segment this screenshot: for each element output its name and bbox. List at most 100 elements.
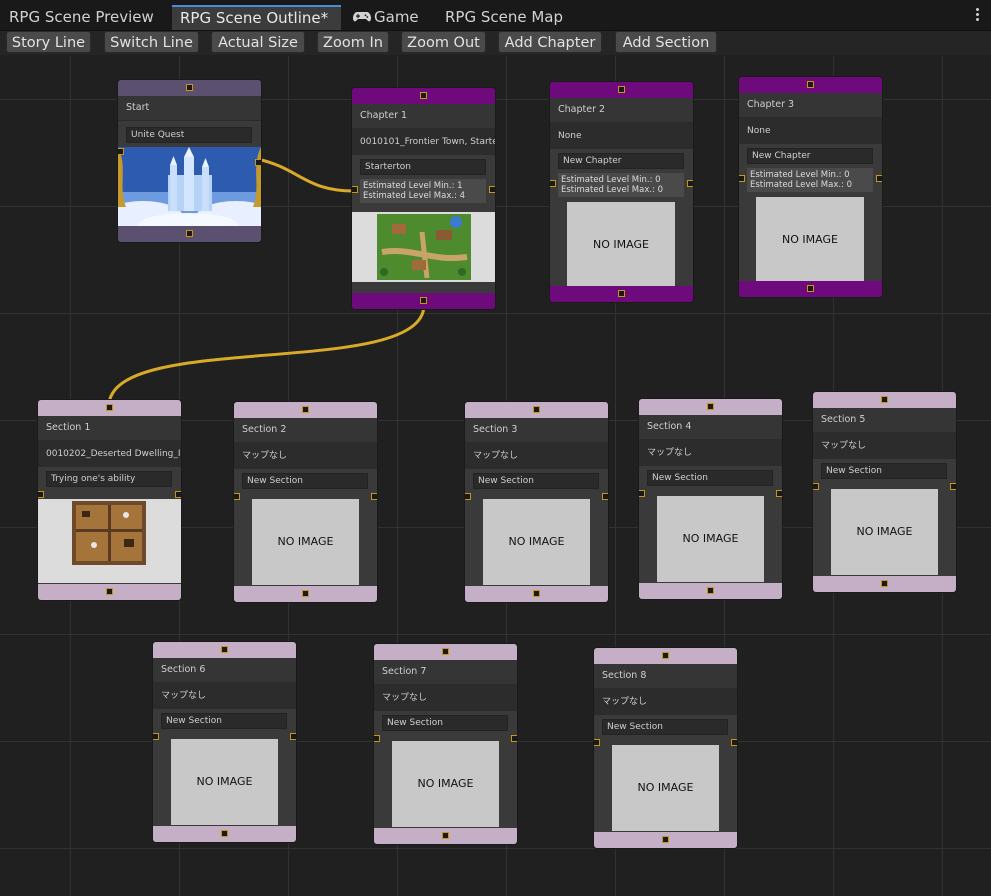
add-section-button[interactable]: Add Section	[615, 31, 717, 53]
right-port[interactable]	[776, 490, 782, 497]
output-port-bottom[interactable]	[302, 590, 309, 597]
level-max: Estimated Level Max.: 4	[363, 191, 466, 201]
left-port[interactable]	[739, 175, 745, 182]
output-port-bottom[interactable]	[442, 832, 449, 839]
right-port[interactable]	[175, 491, 181, 498]
zoom-in-button[interactable]: Zoom In	[317, 31, 389, 53]
node-value-field[interactable]: New Section	[602, 719, 728, 735]
no-image-label: NO IMAGE	[483, 499, 590, 585]
output-port-bottom[interactable]	[807, 285, 814, 292]
right-port[interactable]	[731, 739, 737, 746]
chapter-2-node[interactable]: Chapter 2 None New Chapter Estimated Lev…	[550, 82, 693, 302]
output-port[interactable]	[255, 159, 261, 166]
node-value-field[interactable]: New Section	[821, 463, 947, 479]
input-port[interactable]	[420, 92, 427, 99]
node-footer	[374, 828, 517, 844]
output-port-bottom[interactable]	[186, 230, 193, 237]
node-header	[118, 80, 261, 96]
add-chapter-button[interactable]: Add Chapter	[498, 31, 602, 53]
input-port[interactable]	[302, 406, 309, 413]
input-port[interactable]	[106, 404, 113, 411]
image-placeholder: NO IMAGE	[234, 493, 377, 585]
left-port[interactable]	[813, 483, 819, 490]
level-max: Estimated Level Max.: 0	[561, 185, 664, 195]
chapter-1-node[interactable]: Chapter 1 0010101_Frontier Town, Starter…	[352, 88, 495, 309]
node-header	[374, 644, 517, 660]
gamepad-icon	[353, 5, 371, 30]
output-port-bottom[interactable]	[662, 836, 669, 843]
node-value-field[interactable]: New Section	[161, 713, 287, 729]
input-port[interactable]	[221, 646, 228, 653]
node-value-field[interactable]: New Section	[647, 470, 773, 486]
input-port[interactable]	[881, 396, 888, 403]
story-line-button[interactable]: Story Line	[6, 31, 91, 53]
right-port[interactable]	[489, 186, 495, 193]
left-port[interactable]	[153, 733, 159, 740]
output-port-bottom[interactable]	[106, 588, 113, 595]
zoom-out-button[interactable]: Zoom Out	[401, 31, 486, 53]
section-4-node[interactable]: Section 4 マップなし New Section NO IMAGE	[639, 399, 782, 599]
input-port[interactable]	[707, 403, 714, 410]
input-port[interactable]	[442, 648, 449, 655]
image-placeholder: NO IMAGE	[153, 733, 296, 825]
section-6-node[interactable]: Section 6 マップなし New Section NO IMAGE	[153, 642, 296, 842]
section-3-node[interactable]: Section 3 マップなし New Section NO IMAGE	[465, 402, 608, 602]
node-value-field[interactable]: New Section	[473, 473, 599, 489]
input-port[interactable]	[807, 81, 814, 88]
node-value-field[interactable]: New Section	[382, 715, 508, 731]
node-value-field[interactable]: New Section	[242, 473, 368, 489]
chapter-3-node[interactable]: Chapter 3 None New Chapter Estimated Lev…	[739, 77, 882, 297]
left-port[interactable]	[234, 493, 240, 500]
input-port[interactable]	[662, 652, 669, 659]
right-port[interactable]	[876, 175, 882, 182]
input-port[interactable]	[533, 406, 540, 413]
tab-game[interactable]: Game	[345, 5, 429, 30]
output-port-bottom[interactable]	[221, 830, 228, 837]
section-7-node[interactable]: Section 7 マップなし New Section NO IMAGE	[374, 644, 517, 844]
kebab-menu-icon[interactable]	[975, 8, 981, 24]
output-port-bottom[interactable]	[420, 297, 427, 304]
left-port[interactable]	[374, 735, 380, 742]
input-port[interactable]	[618, 86, 625, 93]
node-value-field[interactable]: Trying one's ability	[46, 471, 172, 487]
left-port[interactable]	[118, 148, 124, 155]
node-value-field[interactable]: New Chapter	[558, 153, 684, 169]
node-footer	[38, 584, 181, 600]
output-port-bottom[interactable]	[533, 590, 540, 597]
left-port[interactable]	[594, 739, 600, 746]
left-port[interactable]	[465, 493, 471, 500]
left-port[interactable]	[550, 180, 556, 187]
node-value-field[interactable]: Unite Quest	[126, 127, 252, 143]
section-8-node[interactable]: Section 8 マップなし New Section NO IMAGE	[594, 648, 737, 848]
right-port[interactable]	[290, 733, 296, 740]
left-port[interactable]	[352, 186, 358, 193]
right-port[interactable]	[371, 493, 377, 500]
node-title: Section 5	[813, 408, 956, 433]
output-port-bottom[interactable]	[618, 290, 625, 297]
node-value-field[interactable]: New Chapter	[747, 148, 873, 164]
switch-line-button[interactable]: Switch Line	[104, 31, 199, 53]
node-footer	[550, 286, 693, 302]
output-port-bottom[interactable]	[707, 587, 714, 594]
actual-size-button[interactable]: Actual Size	[211, 31, 305, 53]
section-2-node[interactable]: Section 2 マップなし New Section NO IMAGE	[234, 402, 377, 602]
right-port[interactable]	[511, 735, 517, 742]
left-port[interactable]	[38, 491, 44, 498]
input-port[interactable]	[186, 84, 193, 91]
node-header	[38, 400, 181, 416]
left-port[interactable]	[639, 490, 645, 497]
tab-rpg-scene-outline[interactable]: RPG Scene Outline*	[172, 5, 341, 30]
right-port[interactable]	[602, 493, 608, 500]
start-node[interactable]: Start Unite Quest	[118, 80, 261, 242]
right-port[interactable]	[687, 180, 693, 187]
output-port-bottom[interactable]	[881, 580, 888, 587]
image-placeholder: NO IMAGE	[594, 739, 737, 831]
right-port[interactable]	[950, 483, 956, 490]
map-name: None	[550, 123, 693, 149]
node-value-field[interactable]: Starterton	[360, 159, 486, 175]
tab-rpg-scene-map[interactable]: RPG Scene Map	[437, 5, 573, 30]
section-1-node[interactable]: Section 1 0010202_Deserted Dwelling_Insi…	[38, 400, 181, 600]
section-5-node[interactable]: Section 5 マップなし New Section NO IMAGE	[813, 392, 956, 592]
tab-rpg-scene-preview[interactable]: RPG Scene Preview	[1, 5, 166, 30]
node-title: Chapter 3	[739, 93, 882, 118]
